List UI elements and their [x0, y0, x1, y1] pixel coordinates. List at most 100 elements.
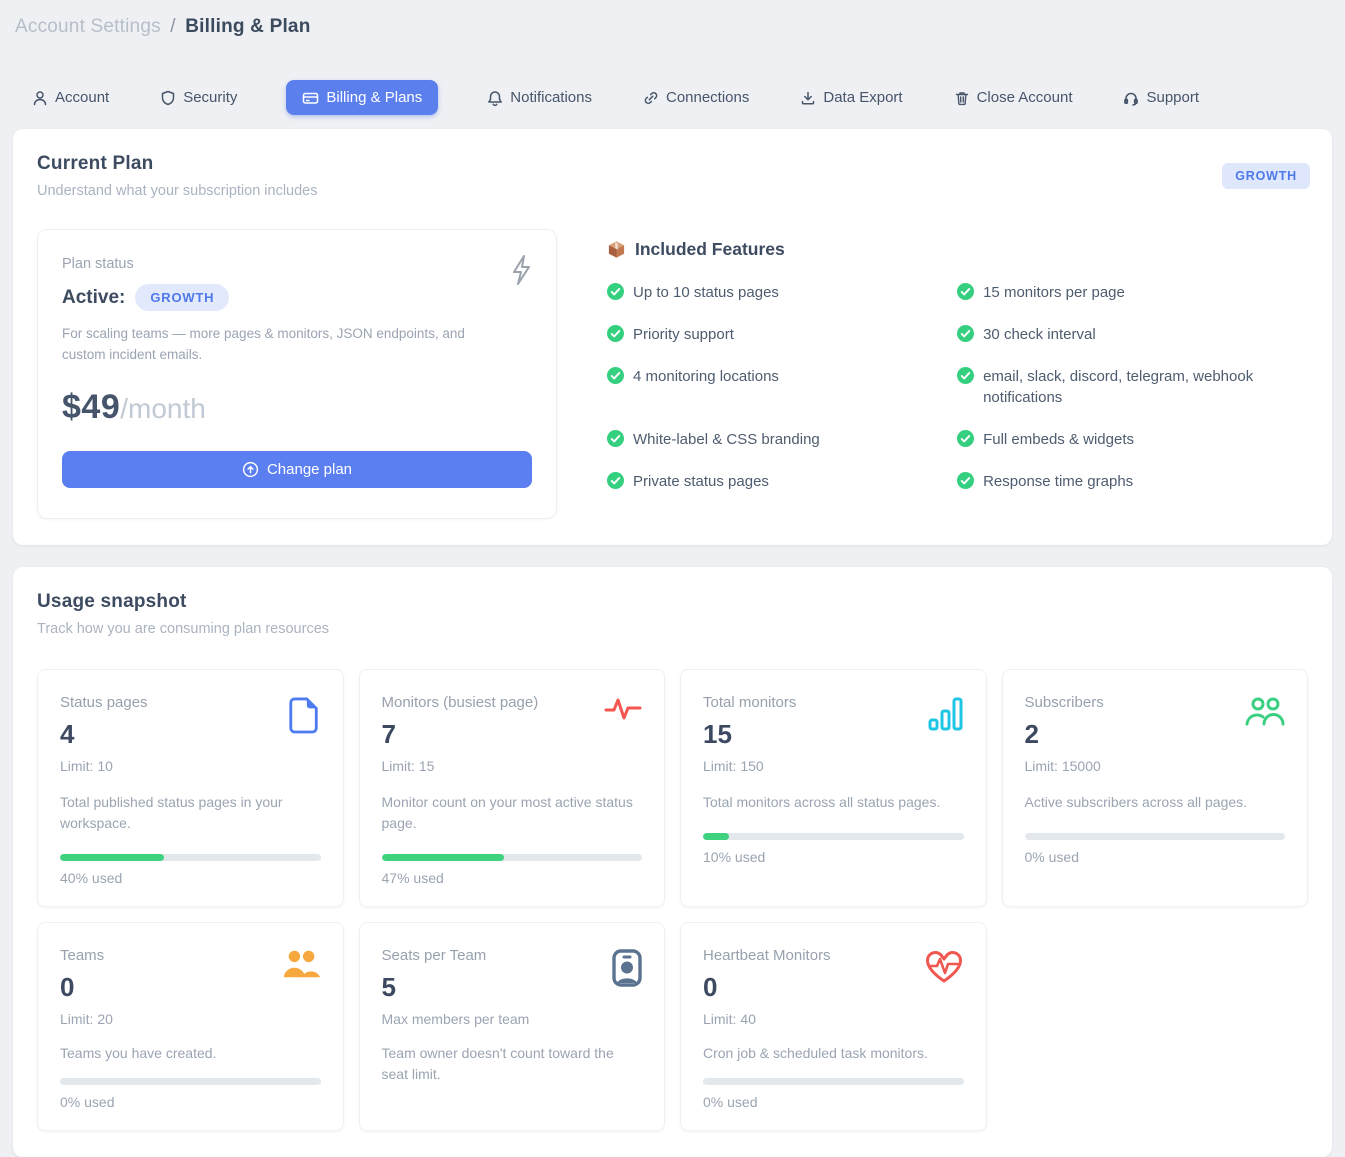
check-icon [957, 472, 974, 489]
tab-label: Account [55, 89, 109, 106]
plan-growth-pill: GROWTH [135, 284, 229, 311]
shield-icon [160, 90, 176, 106]
feature-label: White-label & CSS branding [633, 429, 820, 451]
breadcrumb: Account Settings / Billing & Plan [15, 16, 1345, 38]
features-title: Included Features [635, 239, 785, 260]
features-list: Up to 10 status pages 15 monitors per pa… [607, 282, 1307, 493]
plan-tier-badge: GROWTH [1222, 163, 1310, 189]
usage-title: Usage snapshot [37, 591, 1308, 613]
usage-limit: Limit: 40 [703, 1011, 964, 1027]
feature-label: email, slack, discord, telegram, webhook… [983, 366, 1283, 410]
usage-percent-label: 0% used [60, 1094, 321, 1110]
usage-description: Total monitors across all status pages. [703, 792, 964, 813]
usage-description: Team owner doesn't count toward the seat… [382, 1043, 642, 1085]
usage-limit: Limit: 15000 [1025, 758, 1286, 774]
check-icon [607, 325, 624, 342]
tab-label: Notifications [510, 89, 592, 106]
tab-notifications[interactable]: Notifications [485, 80, 594, 115]
usage-limit: Limit: 15 [382, 758, 643, 774]
usage-progress-bar [1025, 833, 1286, 840]
usage-percent-label: 40% used [60, 870, 321, 886]
usage-percent-label: 47% used [382, 870, 643, 886]
tab-close-account[interactable]: Close Account [952, 80, 1075, 115]
check-icon [607, 430, 624, 447]
check-icon [957, 325, 974, 342]
feature-item: Response time graphs [957, 471, 1307, 493]
id-badge-icon [612, 949, 642, 992]
usage-limit: Max members per team [382, 1011, 643, 1027]
plan-price-period: /month [120, 393, 206, 425]
usage-value: 7 [382, 719, 643, 750]
heart-pulse-icon [924, 949, 964, 990]
tab-label: Close Account [977, 89, 1073, 106]
usage-card-seats-per-team: Seats per Team 5 Max members per team Te… [359, 922, 666, 1131]
usage-card-heartbeat-monitors: Heartbeat Monitors 0 Limit: 40 Cron job … [680, 922, 987, 1131]
feature-item: 4 monitoring locations [607, 366, 937, 410]
check-icon [607, 283, 624, 300]
tab-support[interactable]: Support [1121, 80, 1201, 115]
lightning-icon [510, 254, 534, 291]
usage-description: Teams you have created. [60, 1043, 321, 1064]
feature-item: email, slack, discord, telegram, webhook… [957, 366, 1307, 410]
usage-progress-fill [703, 833, 729, 840]
usage-limit: Limit: 20 [60, 1011, 321, 1027]
current-plan-title: Current Plan [37, 153, 1308, 175]
file-icon [287, 696, 321, 739]
plan-price-amount: $49 [62, 388, 120, 427]
headset-icon [1123, 90, 1139, 106]
usage-percent-label: 0% used [1025, 849, 1286, 865]
usage-limit: Limit: 10 [60, 758, 321, 774]
users-outline-icon [1245, 696, 1285, 733]
tab-label: Security [183, 89, 237, 106]
usage-progress-bar [60, 854, 321, 861]
feature-item: 30 check interval [957, 324, 1307, 346]
check-icon [957, 283, 974, 300]
usage-progress-fill [60, 854, 164, 861]
usage-value: 0 [60, 972, 321, 1003]
tab-security[interactable]: Security [158, 80, 239, 115]
billing-plan-page: Account Settings / Billing & Plan Accoun… [0, 0, 1345, 1106]
usage-value: 15 [703, 719, 964, 750]
usage-snapshot-section: Usage snapshot Track how you are consumi… [13, 567, 1332, 1157]
feature-label: Private status pages [633, 471, 769, 493]
check-icon [607, 472, 624, 489]
feature-label: 4 monitoring locations [633, 366, 779, 388]
usage-label: Teams [60, 947, 321, 964]
usage-description: Active subscribers across all pages. [1025, 792, 1286, 813]
usage-card-teams: Teams 0 Limit: 20 Teams you have created… [37, 922, 344, 1131]
included-features: Included Features Up to 10 status pages … [607, 229, 1308, 519]
usage-grid: Status pages 4 Limit: 10 Total published… [37, 669, 1308, 1131]
change-plan-button[interactable]: Change plan [62, 451, 532, 488]
usage-progress-fill [382, 854, 504, 861]
usage-subtitle: Track how you are consuming plan resourc… [37, 621, 1308, 637]
usage-percent-label: 0% used [703, 1094, 964, 1110]
usage-percent-label: 10% used [703, 849, 964, 865]
users-filled-icon [283, 949, 321, 984]
bell-icon [487, 90, 503, 106]
check-icon [957, 430, 974, 447]
tab-connections[interactable]: Connections [641, 80, 751, 115]
feature-label: Response time graphs [983, 471, 1133, 493]
usage-progress-bar [703, 833, 964, 840]
change-plan-label: Change plan [267, 461, 352, 478]
usage-limit: Limit: 150 [703, 758, 964, 774]
tab-label: Billing & Plans [326, 89, 422, 106]
feature-label: Priority support [633, 324, 734, 346]
usage-value: 4 [60, 719, 321, 750]
breadcrumb-separator: / [170, 16, 175, 37]
check-icon [607, 367, 624, 384]
page-title: Billing & Plan [185, 16, 310, 37]
check-icon [957, 367, 974, 384]
usage-description: Total published status pages in your wor… [60, 792, 321, 834]
usage-card-monitors-busiest: Monitors (busiest page) 7 Limit: 15 Moni… [359, 669, 666, 907]
tab-account[interactable]: Account [30, 80, 111, 115]
usage-progress-bar [60, 1078, 321, 1085]
tab-data-export[interactable]: Data Export [798, 80, 904, 115]
tab-label: Support [1146, 89, 1199, 106]
upgrade-arrow-icon [242, 461, 259, 478]
usage-description: Monitor count on your most active status… [382, 792, 643, 834]
tab-billing-plans[interactable]: Billing & Plans [286, 80, 438, 115]
feature-item: Full embeds & widgets [957, 429, 1307, 451]
feature-label: Full embeds & widgets [983, 429, 1134, 451]
breadcrumb-section[interactable]: Account Settings [15, 16, 161, 37]
